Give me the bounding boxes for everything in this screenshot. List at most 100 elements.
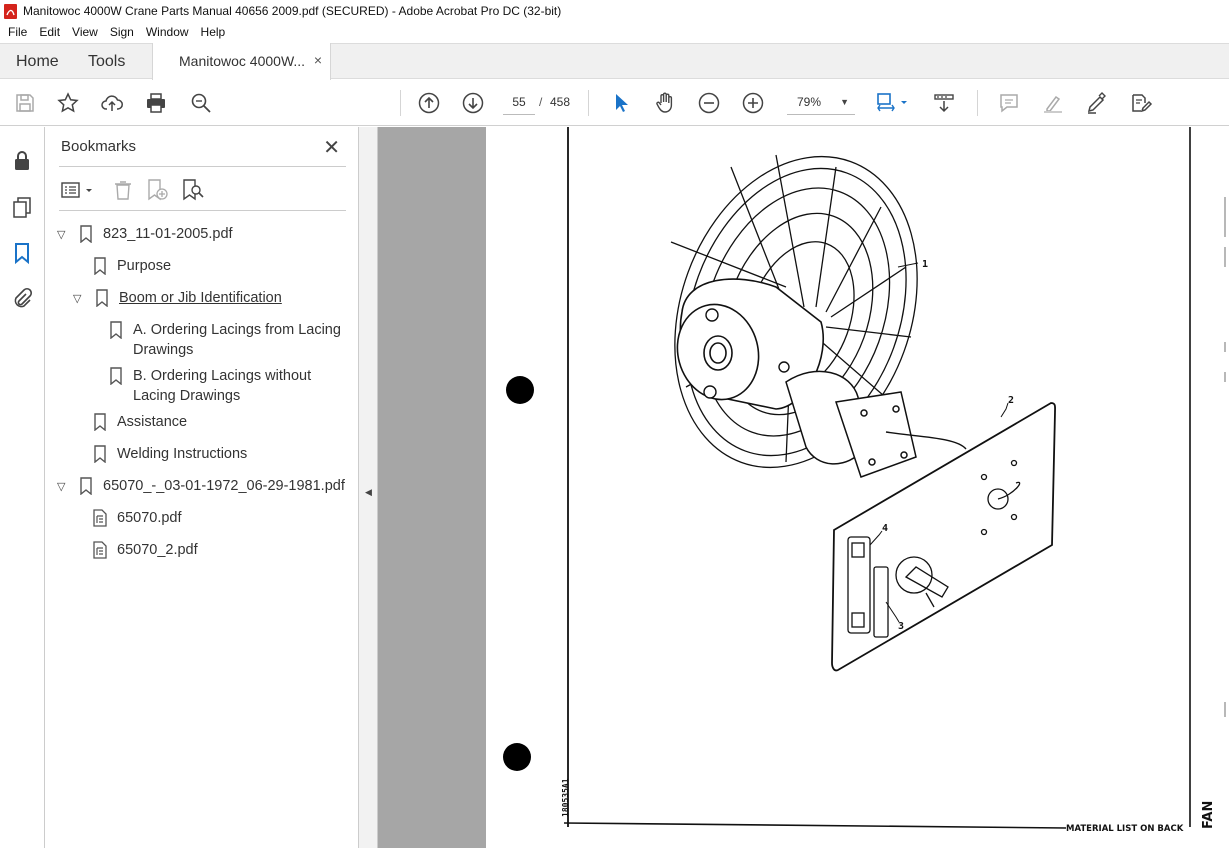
previous-page-icon[interactable]: [416, 90, 442, 116]
bookmark-item[interactable]: Welding Instructions: [93, 444, 247, 464]
bookmark-icon: [94, 257, 106, 275]
divider: [59, 166, 346, 167]
bookmark-item[interactable]: A. Ordering Lacings from Lacing Drawings: [109, 320, 349, 360]
scroll-mode-icon[interactable]: [931, 90, 957, 116]
callout-4: 4: [882, 523, 888, 534]
chevron-down-icon[interactable]: ▽: [57, 477, 71, 497]
bookmark-label: B. Ordering Lacings without Lacing Drawi…: [133, 368, 312, 404]
left-nav-rail: [0, 127, 45, 848]
sign-pen-icon[interactable]: [1084, 90, 1110, 116]
tab-document-label: Manitowoc 4000W...: [179, 53, 306, 69]
print-icon[interactable]: [143, 90, 169, 116]
pdf-file-tree-icon: [93, 541, 107, 559]
menu-view[interactable]: View: [66, 25, 104, 39]
comment-icon[interactable]: [996, 90, 1022, 116]
find-bookmark-icon[interactable]: [179, 177, 207, 203]
bookmark-label: 65070_-_03-01-1972_06-29-1981.pdf: [103, 478, 345, 494]
fit-page-icon[interactable]: [874, 90, 910, 116]
bookmark-icon: [110, 321, 122, 339]
divider: [59, 210, 346, 211]
delete-bookmark-icon[interactable]: [109, 177, 137, 203]
menu-sign[interactable]: Sign: [104, 25, 140, 39]
acrobat-app-icon: [4, 3, 17, 19]
bookmark-item[interactable]: B. Ordering Lacings without Lacing Drawi…: [109, 366, 349, 406]
toolbar-divider: [977, 90, 978, 116]
bookmark-label: Assistance: [117, 414, 188, 430]
bookmark-icon: [110, 367, 122, 385]
menu-bar: File Edit View Sign Window Help: [0, 22, 1229, 42]
window-title: Manitowoc 4000W Crane Parts Manual 40656…: [23, 4, 562, 18]
attachment-icon[interactable]: [10, 287, 34, 311]
star-icon[interactable]: [55, 90, 81, 116]
bookmarks-panel: Bookmarks ✕ ▽ 823_11-01-2005.pdf Purpose…: [45, 127, 359, 848]
vertical-scrollbar[interactable]: [1219, 127, 1229, 848]
chevron-down-icon[interactable]: ▽: [73, 289, 87, 309]
bookmark-icon: [80, 225, 92, 243]
bookmark-label: Purpose: [117, 258, 172, 274]
bookmark-item[interactable]: 65070_2.pdf: [93, 540, 198, 560]
callout-2: 2: [1008, 395, 1014, 406]
upload-cloud-icon[interactable]: [99, 90, 125, 116]
page-number-input[interactable]: 55: [503, 89, 535, 115]
chevron-down-icon[interactable]: ▽: [57, 225, 71, 245]
zoom-level-value: 79%: [797, 95, 822, 109]
title-bar: Manitowoc 4000W Crane Parts Manual 40656…: [0, 0, 1229, 22]
tab-tools[interactable]: Tools: [88, 53, 125, 71]
chevron-left-icon: ◀: [365, 487, 372, 497]
bookmark-item[interactable]: Assistance: [93, 412, 187, 432]
callout-3: 3: [898, 621, 904, 632]
tab-bar: Home Tools Manitowoc 4000W... ×: [0, 43, 1229, 80]
zoom-level-select[interactable]: 79% ▼: [787, 89, 855, 115]
pdf-page: 1 2 3 4 180535A1 MATERIAL LIST ON BACK F…: [486, 127, 1229, 848]
footer-note: MATERIAL LIST ON BACK: [1066, 824, 1184, 834]
toolbar-divider: [588, 90, 589, 116]
save-icon[interactable]: [12, 90, 38, 116]
bookmark-item[interactable]: ▽ 823_11-01-2005.pdf: [57, 224, 233, 245]
zoom-in-icon[interactable]: [740, 90, 766, 116]
page-total: 458: [550, 95, 571, 109]
edit-document-icon[interactable]: [1128, 90, 1154, 116]
main-toolbar: [0, 80, 1229, 126]
select-cursor-icon[interactable]: [608, 90, 634, 116]
lock-icon[interactable]: [10, 149, 34, 173]
bookmark-icon: [94, 445, 106, 463]
close-tab-icon[interactable]: ×: [314, 52, 322, 68]
bookmark-icon: [96, 289, 108, 307]
side-title: FAN: [1201, 801, 1216, 829]
zoom-out-icon[interactable]: [696, 90, 722, 116]
fan-parts-drawing: 1 2 3 4 180535A1 MATERIAL LIST ON BACK F…: [503, 127, 1216, 834]
figure-code: 180535A1: [561, 778, 570, 817]
zoom-search-icon[interactable]: [188, 90, 214, 116]
hand-tool-icon[interactable]: [652, 90, 678, 116]
menu-window[interactable]: Window: [140, 25, 195, 39]
bookmark-label: 65070.pdf: [117, 510, 182, 526]
tab-home[interactable]: Home: [16, 53, 59, 71]
highlight-pen-icon[interactable]: [1040, 90, 1066, 116]
bookmark-icon: [80, 477, 92, 495]
document-viewport[interactable]: 1 2 3 4 180535A1 MATERIAL LIST ON BACK F…: [378, 127, 1229, 848]
new-bookmark-icon[interactable]: [143, 177, 171, 203]
bookmark-options-icon[interactable]: [59, 177, 95, 203]
close-panel-icon[interactable]: ✕: [323, 135, 340, 160]
bookmark-label: Welding Instructions: [117, 446, 248, 462]
bookmark-label: 65070_2.pdf: [117, 542, 198, 558]
page-thumbnails-icon[interactable]: [10, 195, 34, 219]
bookmark-icon: [94, 413, 106, 431]
bookmark-item[interactable]: Purpose: [93, 256, 171, 276]
page-separator: /: [539, 95, 543, 109]
bookmark-panel-icon[interactable]: [10, 241, 34, 265]
tab-document[interactable]: Manitowoc 4000W... ×: [152, 43, 331, 80]
bookmark-item[interactable]: ▽ 65070_-_03-01-1972_06-29-1981.pdf: [57, 476, 345, 497]
callout-1: 1: [922, 259, 928, 270]
menu-file[interactable]: File: [2, 25, 33, 39]
panel-collapse-handle[interactable]: ◀: [359, 127, 378, 848]
chevron-down-icon: ▼: [840, 97, 849, 107]
next-page-icon[interactable]: [460, 90, 486, 116]
menu-edit[interactable]: Edit: [33, 25, 66, 39]
menu-help[interactable]: Help: [195, 25, 232, 39]
bookmark-label: 823_11-01-2005.pdf: [103, 226, 233, 242]
bookmark-item[interactable]: 65070.pdf: [93, 508, 182, 528]
bookmark-label: A. Ordering Lacings from Lacing Drawings: [133, 322, 341, 358]
bookmark-item[interactable]: ▽ Boom or Jib Identification: [73, 288, 282, 309]
toolbar-divider: [400, 90, 401, 116]
